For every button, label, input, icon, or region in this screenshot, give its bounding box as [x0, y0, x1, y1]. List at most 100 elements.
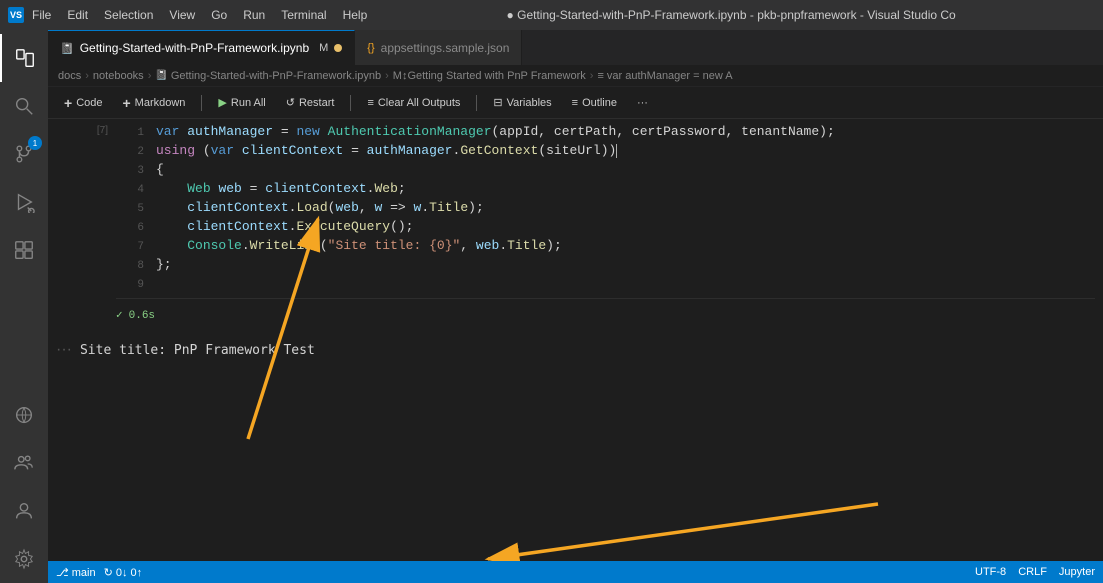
line-content-7: Console.WriteLine("Site title: {0}", web…	[156, 237, 1095, 255]
cell-output: ✓ 0.6s	[116, 298, 1095, 337]
clear-outputs-label: Clear All Outputs	[378, 97, 461, 109]
status-sync[interactable]: ↻ 0↓ 0↑	[104, 566, 143, 579]
line-content-4: Web web = clientContext.Web;	[156, 180, 1095, 198]
activity-item-extensions[interactable]	[0, 226, 48, 274]
tab-json-label: appsettings.sample.json	[381, 41, 510, 55]
notebook-tab-icon: 📓	[60, 42, 74, 55]
line-num-8: 8	[120, 257, 144, 275]
line-content-5: clientContext.Load(web, w => w.Title);	[156, 199, 1095, 217]
line-content-1: var authManager = new AuthenticationMana…	[156, 123, 1095, 141]
menu-file[interactable]: File	[32, 8, 51, 22]
activity-item-run[interactable]	[0, 178, 48, 226]
menu-go[interactable]: Go	[211, 8, 227, 22]
explorer-icon	[14, 47, 36, 69]
breadcrumb-section[interactable]: M↕Getting Started with PnP Framework	[393, 70, 586, 82]
activity-item-source-control[interactable]: 1	[0, 130, 48, 178]
notebook-content[interactable]: [7] 1 var authManager = new Authenticati…	[48, 119, 1103, 561]
status-encoding[interactable]: UTF-8	[975, 566, 1006, 578]
run-icon	[13, 191, 35, 213]
cell-body[interactable]: 1 var authManager = new AuthenticationMa…	[116, 123, 1095, 337]
code-line-3: 3 {	[116, 161, 1095, 180]
activity-item-remote[interactable]	[0, 391, 48, 439]
breadcrumb-code[interactable]: ≡ var authManager = new A	[597, 70, 732, 82]
breadcrumb: docs › notebooks › 📓 Getting-Started-wit…	[48, 65, 1103, 87]
more-button[interactable]: ···	[629, 94, 656, 112]
more-label: ···	[637, 97, 648, 109]
variables-button[interactable]: ⊟ Variables	[485, 93, 559, 112]
run-all-icon: ▶	[218, 96, 226, 109]
menu-selection[interactable]: Selection	[104, 8, 153, 22]
editor-area: 📓 Getting-Started-with-PnP-Framework.ipy…	[48, 30, 1103, 583]
add-code-button[interactable]: + Code	[56, 92, 110, 114]
breadcrumb-docs[interactable]: docs	[58, 70, 81, 82]
menu-view[interactable]: View	[169, 8, 195, 22]
cell-exec-number: [7]	[97, 125, 108, 136]
activity-item-teams[interactable]	[0, 439, 48, 487]
line-num-6: 6	[120, 219, 144, 237]
status-language[interactable]: Jupyter	[1059, 566, 1095, 578]
code-label: Code	[76, 97, 102, 109]
output-ellipsis: ···	[56, 341, 72, 359]
activity-item-accounts[interactable]	[0, 487, 48, 535]
output-time: 0.6s	[129, 307, 155, 325]
status-bar: ⎇ main ↻ 0↓ 0↑ UTF-8 CRLF Jupyter	[48, 561, 1103, 583]
title-bar: VS File Edit Selection View Go Run Termi…	[0, 0, 1103, 30]
tab-json[interactable]: {} appsettings.sample.json	[355, 30, 522, 65]
code-line-9: 9	[116, 275, 1095, 294]
vscode-icon: VS	[8, 7, 24, 23]
outline-button[interactable]: ≡ Outline	[564, 94, 625, 112]
activity-item-search[interactable]	[0, 82, 48, 130]
status-branch[interactable]: ⎇ main	[56, 566, 96, 579]
toolbar-separator-1	[201, 95, 202, 111]
variables-label: Variables	[507, 97, 552, 109]
menu-bar[interactable]: File Edit Selection View Go Run Terminal…	[32, 8, 367, 22]
clear-icon: ≡	[367, 97, 373, 109]
tab-unsaved-dot	[334, 44, 342, 52]
menu-run[interactable]: Run	[243, 8, 265, 22]
code-cell: [7] 1 var authManager = new Authenticati…	[56, 123, 1095, 337]
line-content-3: {	[156, 161, 1095, 179]
toolbar-separator-2	[350, 95, 351, 111]
code-line-1: 1 var authManager = new AuthenticationMa…	[116, 123, 1095, 142]
activity-item-explorer[interactable]	[0, 34, 48, 82]
check-icon: ✓	[116, 307, 123, 325]
run-all-label: Run All	[231, 97, 266, 109]
menu-terminal[interactable]: Terminal	[281, 8, 326, 22]
source-control-badge: 1	[28, 136, 42, 150]
accounts-icon	[13, 500, 35, 522]
search-icon	[13, 95, 35, 117]
tab-modified-indicator: M	[319, 42, 328, 54]
notebook-toolbar: + Code + Markdown ▶ Run All ↺ Restart ≡ …	[48, 87, 1103, 119]
activity-bar: 1	[0, 30, 48, 583]
output-text-row: ··· Site title: PnP Framework Test	[48, 341, 1103, 368]
line-num-3: 3	[120, 162, 144, 180]
breadcrumb-file[interactable]: 📓 Getting-Started-with-PnP-Framework.ipy…	[155, 70, 381, 82]
line-content-9	[156, 275, 1095, 293]
line-content-6: clientContext.ExecuteQuery();	[156, 218, 1095, 236]
window-title: ● Getting-Started-with-PnP-Framework.ipy…	[367, 8, 1095, 22]
restart-button[interactable]: ↺ Restart	[278, 93, 343, 112]
remote-icon	[13, 404, 35, 426]
add-markdown-button[interactable]: + Markdown	[114, 92, 193, 114]
activity-item-settings[interactable]	[0, 535, 48, 583]
line-num-7: 7	[120, 238, 144, 256]
clear-outputs-button[interactable]: ≡ Clear All Outputs	[359, 94, 468, 112]
markdown-label: Markdown	[135, 97, 186, 109]
settings-icon	[13, 548, 35, 570]
menu-help[interactable]: Help	[343, 8, 368, 22]
tab-notebook[interactable]: 📓 Getting-Started-with-PnP-Framework.ipy…	[48, 30, 355, 65]
teams-icon	[13, 452, 35, 474]
outline-label: Outline	[582, 97, 617, 109]
line-content-2: using (var clientContext = authManager.G…	[156, 142, 1095, 160]
status-eol[interactable]: CRLF	[1018, 566, 1047, 578]
status-left: ⎇ main ↻ 0↓ 0↑	[56, 566, 142, 579]
breadcrumb-notebooks[interactable]: notebooks	[93, 70, 144, 82]
code-line-7: 7 Console.WriteLine("Site title: {0}", w…	[116, 237, 1095, 256]
line-num-9: 9	[120, 276, 144, 294]
tab-notebook-label: Getting-Started-with-PnP-Framework.ipynb	[80, 41, 309, 55]
code-line-6: 6 clientContext.ExecuteQuery();	[116, 218, 1095, 237]
run-all-button[interactable]: ▶ Run All	[210, 93, 273, 112]
toolbar-separator-3	[476, 95, 477, 111]
menu-edit[interactable]: Edit	[67, 8, 88, 22]
line-num-5: 5	[120, 200, 144, 218]
